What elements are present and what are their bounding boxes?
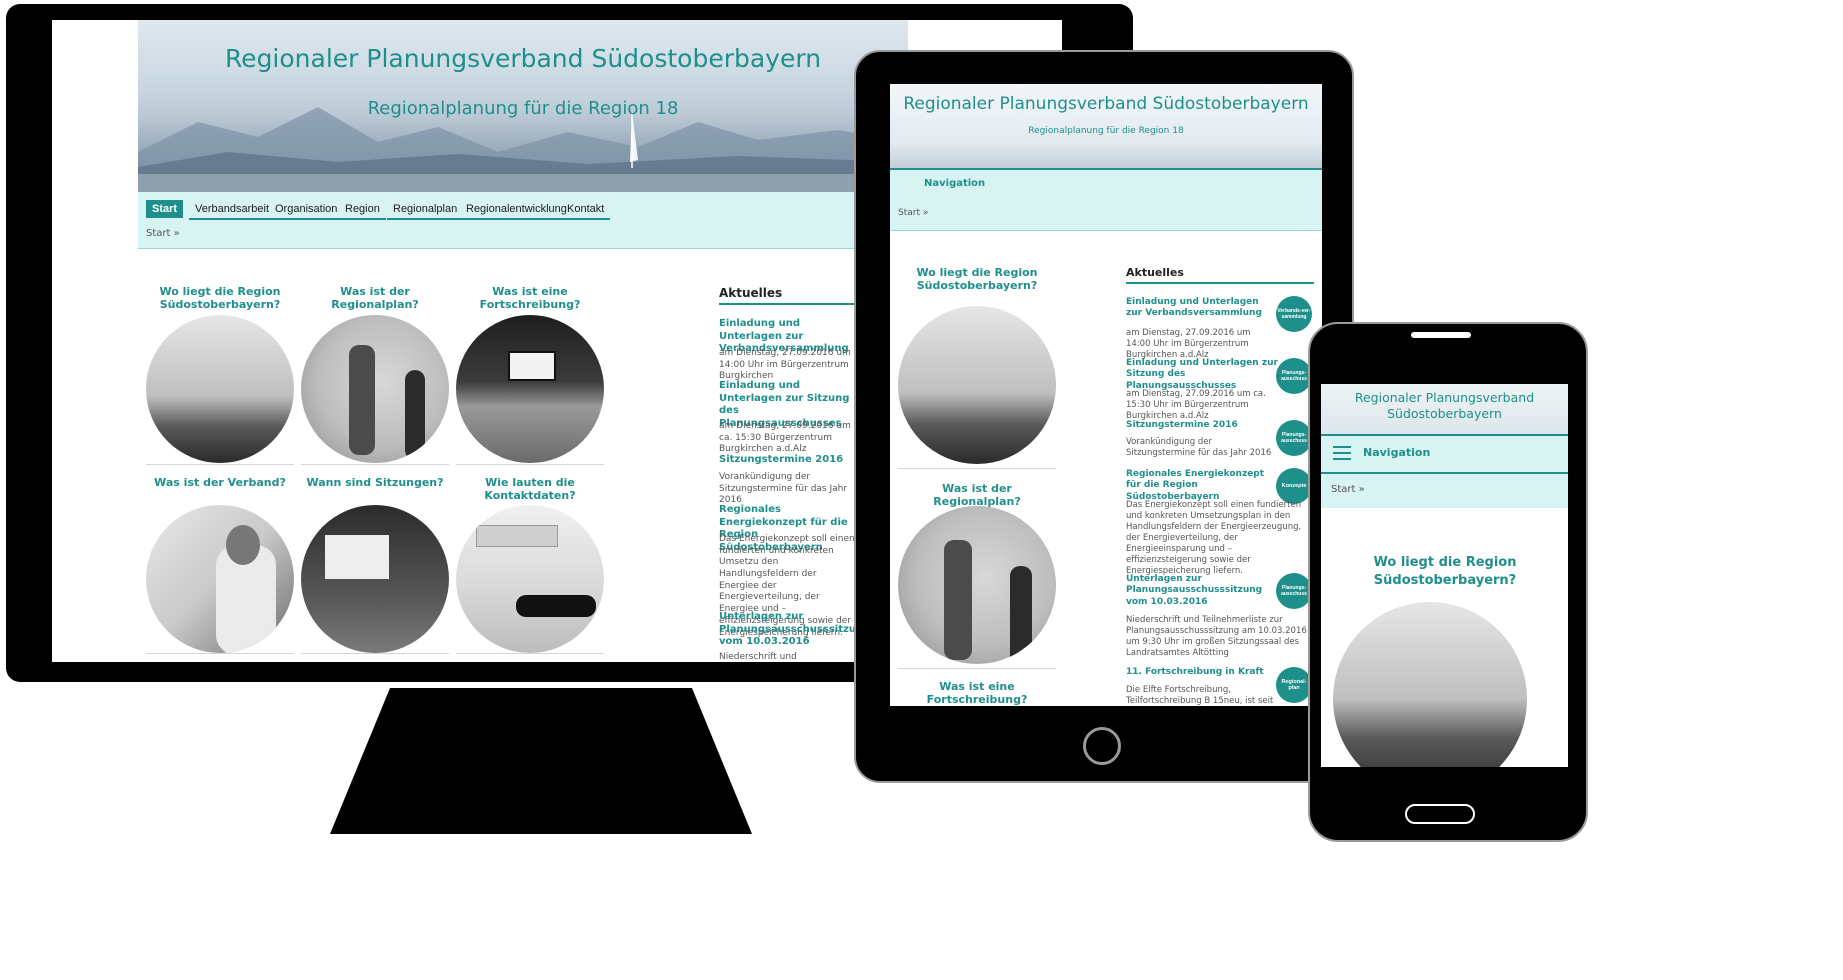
tablet-nav-label[interactable]: Navigation [924, 178, 985, 189]
tablet-tile-image-region[interactable] [898, 306, 1056, 464]
desktop-header-image: Regionaler Planungsverband Südostoberbay… [138, 20, 908, 192]
tablet-news-text-2: am Dienstag, 27.09.2016 um ca. 15:30 Uhr… [1126, 389, 1266, 422]
tile-title-sitzungen[interactable]: Wann sind Sitzungen? [301, 476, 449, 489]
phone-tile-title-region[interactable]: Wo liegt die Region Südostoberbayern? [1365, 554, 1525, 590]
tablet-tile-title-region[interactable]: Wo liegt die Region Südostoberbayern? [898, 266, 1056, 292]
desktop-news-text-2: am Dienstag, 27.09.2016 um ca. 15:30 Bür… [719, 421, 851, 455]
nav-item-region[interactable]: Region [339, 200, 386, 220]
tablet-news-badge-4: Konzepte [1276, 468, 1312, 504]
phone-home-button[interactable] [1405, 804, 1475, 824]
tablet-header-image: Regionaler Planungsverband Südostoberbay… [890, 84, 1322, 168]
tablet-site-subtitle: Regionalplanung für die Region 18 [1028, 126, 1184, 136]
desktop-site-title[interactable]: Regionaler Planungsverband Südostoberbay… [138, 44, 908, 73]
hamburger-menu-icon[interactable] [1333, 446, 1351, 460]
tablet-news-badge-6: Regional-plan [1276, 667, 1312, 703]
desktop-site-subtitle: Regionalplanung für die Region 18 [367, 98, 679, 119]
tablet-news-title-1[interactable]: Einladung und Unterlagen zur Verbandsver… [1126, 297, 1274, 320]
tablet-news-title-3[interactable]: Sitzungstermine 2016 [1126, 420, 1274, 431]
phone-title-line1[interactable]: Regionaler Planungsverband [1321, 390, 1568, 405]
breadcrumb[interactable]: Start » [146, 228, 180, 239]
phone-nav-label[interactable]: Navigation [1363, 446, 1430, 459]
tile-image-regionalplan[interactable] [301, 315, 449, 463]
desktop-news-text-1: am Dienstag, 27.09.2016 um 14:00 Uhr im … [719, 348, 851, 382]
tile-image-fortschreibung[interactable] [456, 315, 604, 463]
tile-title-verband[interactable]: Was ist der Verband? [146, 476, 294, 489]
nav-item-start[interactable]: Start [146, 200, 184, 218]
tablet-tile-title-regionalplan[interactable]: Was ist der Regionalplan? [898, 482, 1056, 508]
tablet-news-badge-3: Planungs-ausschuss [1276, 420, 1312, 456]
tablet-nav-bar[interactable]: Navigation [890, 168, 1322, 202]
tile-image-sitzungen[interactable] [301, 505, 449, 653]
tablet-news-title-4[interactable]: Regionales Energiekonzept für die Region… [1126, 469, 1274, 503]
tablet-news-text-4: Das Energiekonzept soll einen fundierten… [1126, 500, 1302, 577]
phone-header: Regionaler Planungsverband Südostoberbay… [1321, 384, 1568, 434]
tablet-news-text-3: Vorankündigung der Sitzungstermine für d… [1126, 437, 1272, 459]
tablet-news-title-2[interactable]: Einladung und Unterlagen zur Sitzung des… [1126, 358, 1286, 392]
tablet-breadcrumb[interactable]: Start » [898, 208, 928, 218]
tablet-news-badge-1: Verbands-ver-sammlung [1276, 296, 1312, 332]
nav-item-verbandsarbeit[interactable]: Verbandsarbeit [189, 200, 275, 220]
tile-image-kontakt[interactable] [456, 505, 604, 653]
desktop-stand [330, 688, 752, 834]
desktop-nav-bar: Start Verbandsarbeit Organisation Region… [138, 192, 908, 249]
nav-item-regionalentwicklung[interactable]: Regionalentwicklung [460, 200, 573, 220]
phone-title-line2[interactable]: Südostoberbayern [1321, 406, 1568, 421]
tablet-news-badge-2: Planungs-ausschuss [1276, 358, 1312, 394]
desktop-news-text-5: Niederschrift und Teilnehmerliste zu [719, 652, 797, 662]
desktop-news-heading: Aktuelles [719, 286, 783, 300]
tablet-news-text-5: Niederschrift und Teilnehmerliste zur Pl… [1126, 615, 1307, 659]
tablet-tile-title-fortschreibung[interactable]: Was ist eine Fortschreibung? [898, 680, 1056, 706]
tablet-news-heading: Aktuelles [1126, 266, 1184, 279]
phone-breadcrumb[interactable]: Start » [1331, 484, 1365, 495]
phone-tile-image-region[interactable] [1333, 602, 1527, 767]
tablet-news-text-6: Die Elfte Fortschreibung, Teilfortschrei… [1126, 685, 1274, 706]
tablet-news-badge-5: Planungs-ausschuss [1276, 573, 1312, 609]
tablet-breadcrumb-bar: Start » [890, 200, 1322, 231]
phone-nav-bar[interactable]: Navigation [1321, 434, 1568, 474]
tile-image-region[interactable] [146, 315, 294, 463]
nav-item-organisation[interactable]: Organisation [269, 200, 344, 220]
tablet-screen: Regionaler Planungsverband Südostoberbay… [890, 84, 1322, 706]
nav-item-regionalplan[interactable]: Regionalplan [387, 200, 464, 220]
tile-title-regionalplan[interactable]: Was ist der Regionalplan? [301, 285, 449, 311]
home-button-icon[interactable] [1083, 727, 1121, 765]
desktop-page: Regionaler Planungsverband Südostoberbay… [138, 20, 919, 662]
phone-screen: Regionaler Planungsverband Südostoberbay… [1321, 384, 1568, 767]
phone-speaker [1411, 332, 1471, 338]
phone-breadcrumb-bar: Start » [1321, 474, 1568, 508]
tablet-news-title-6[interactable]: 11. Fortschreibung in Kraft [1126, 667, 1274, 678]
desktop-news-text-3: Vorankündigung der Sitzungstermine für d… [719, 472, 848, 506]
desktop-news-title-5[interactable]: Unterlagen zur Planungsausschusssitzung … [719, 611, 870, 649]
tile-image-verband[interactable] [146, 505, 294, 653]
tile-title-fortschreibung[interactable]: Was ist eine Fortschreibung? [456, 285, 604, 311]
tablet-news-text-1: am Dienstag, 27.09.2016 um 14:00 Uhr im … [1126, 328, 1251, 361]
tile-title-kontakt[interactable]: Wie lauten die Kontaktdaten? [456, 476, 604, 502]
tablet-site-title[interactable]: Regionaler Planungsverband Südostoberbay… [890, 94, 1322, 114]
tile-title-region[interactable]: Wo liegt die Region Südostoberbayern? [146, 285, 294, 311]
nav-item-kontakt[interactable]: Kontakt [561, 200, 611, 220]
tablet-tile-image-regionalplan[interactable] [898, 506, 1056, 664]
desktop-news-title-3[interactable]: Sitzungstermine 2016 [719, 454, 859, 467]
tablet-news-title-5[interactable]: Unterlagen zur Planungsausschusssitzung … [1126, 574, 1274, 608]
